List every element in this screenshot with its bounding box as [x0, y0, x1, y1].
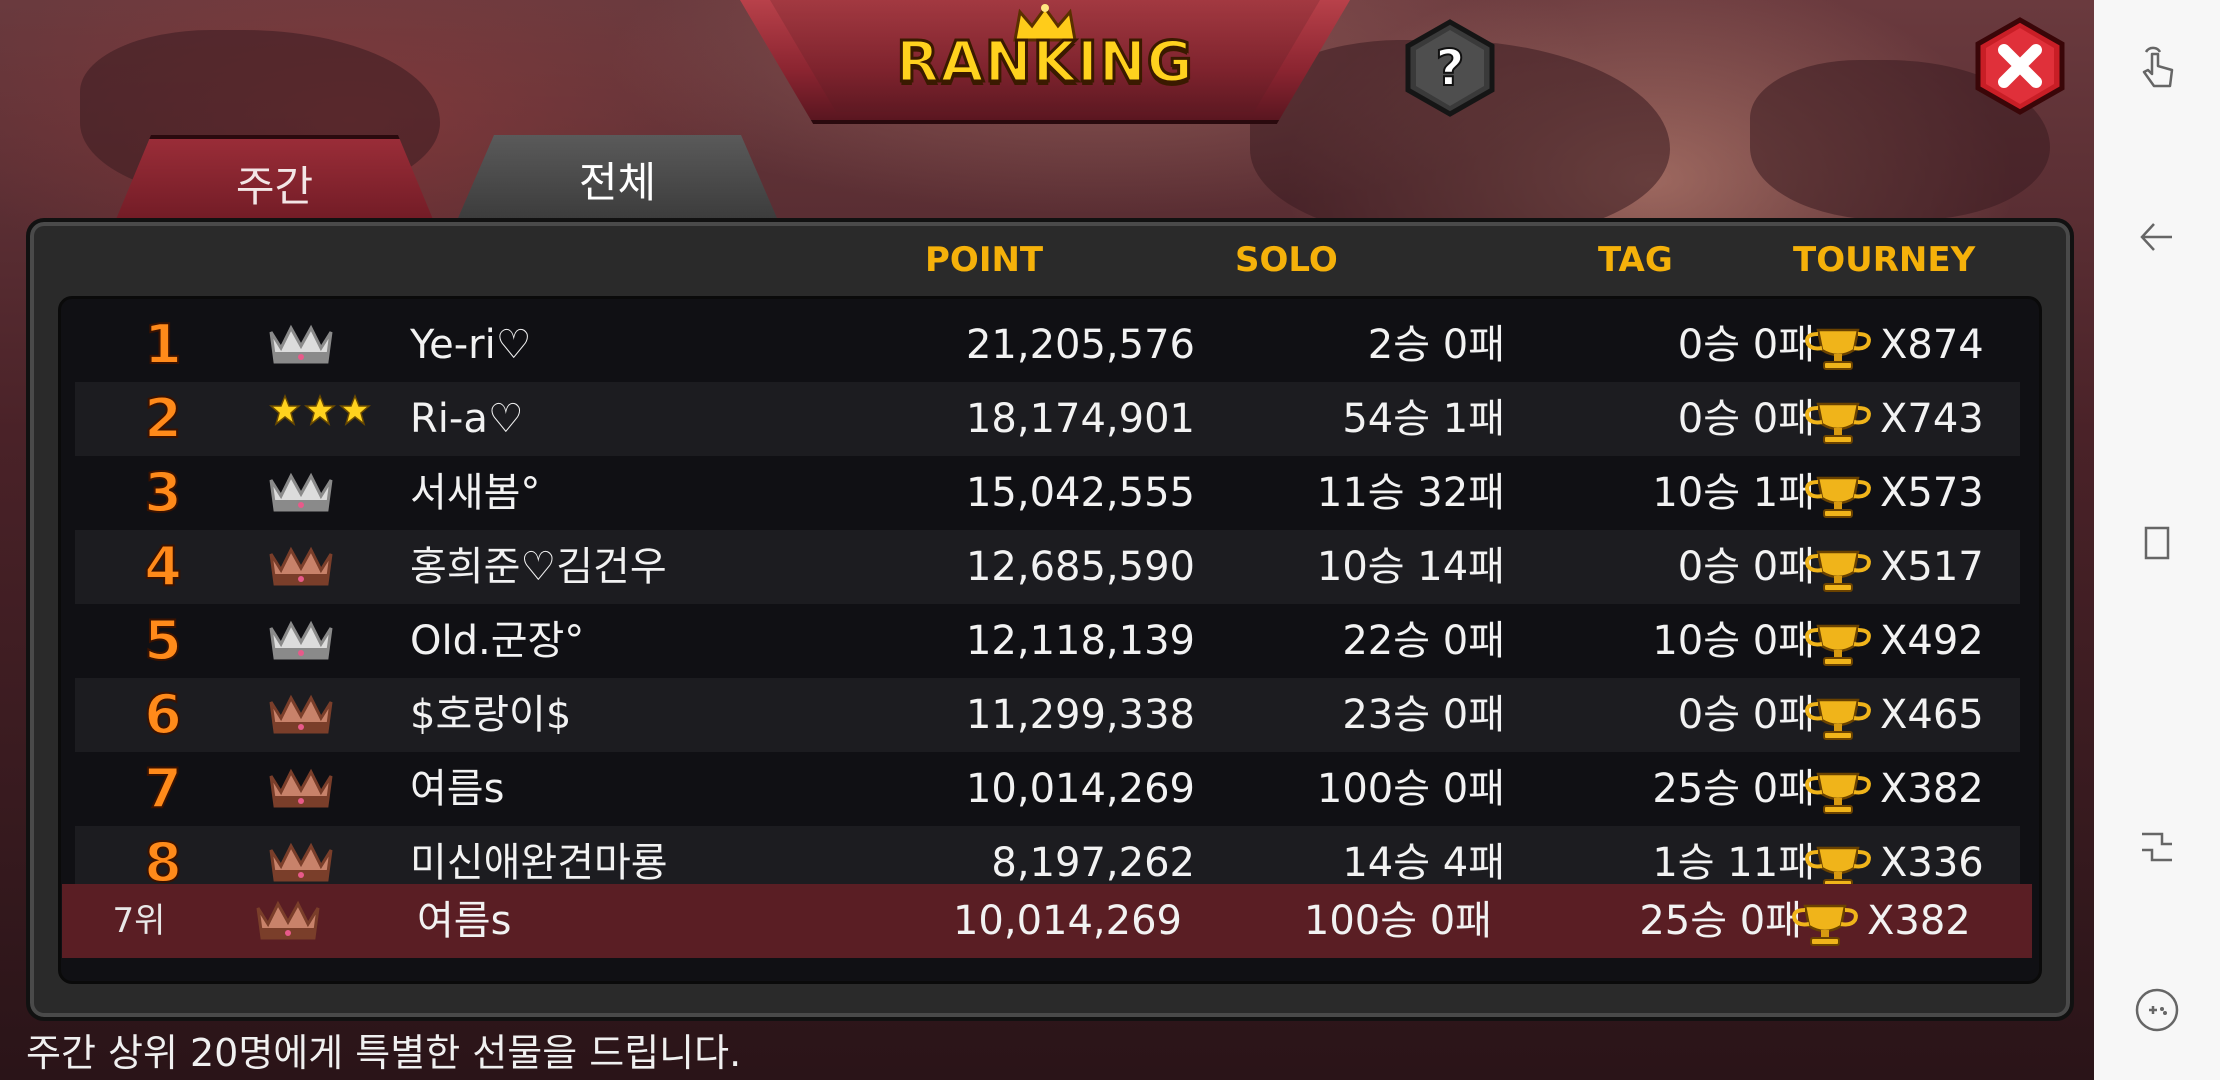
- table-row[interactable]: 7 여름s 10,014,269 100승 0패 25승 0패 X382: [75, 752, 2020, 826]
- trophy-icon: [1805, 402, 1871, 444]
- rank-number: 6: [143, 682, 183, 747]
- tourney-count: X465: [1800, 678, 2040, 752]
- system-nav-bar: [2094, 0, 2220, 1080]
- silver-crown-icon: [269, 472, 333, 512]
- trophy-icon: [1805, 328, 1871, 370]
- my-rank-row[interactable]: 7위 여름s 10,014,269 100승 0패 25승 0패 X382: [62, 884, 2032, 958]
- bronze-crown-icon: [256, 900, 320, 940]
- recent-apps-icon[interactable]: [2132, 518, 2182, 568]
- silver-crown-icon: [269, 620, 333, 660]
- rank-badge: [265, 530, 385, 604]
- table-row[interactable]: 1 Ye-ri♡ 21,205,576 2승 0패 0승 0패 X874: [75, 308, 2020, 382]
- close-button[interactable]: [1970, 16, 2070, 116]
- tourney-value: X743: [1880, 396, 1984, 442]
- tourney-value: X573: [1880, 470, 1984, 516]
- tourney-count: X517: [1800, 530, 2040, 604]
- trophy-icon: [1805, 550, 1871, 592]
- svg-text:?: ?: [1435, 39, 1464, 97]
- split-screen-icon[interactable]: [2132, 822, 2182, 872]
- tag-record: 0승 0패: [1677, 692, 1815, 738]
- tab-all-label: 전체: [578, 157, 657, 207]
- tab-weekly-label: 주간: [235, 161, 314, 211]
- tourney-value: X382: [1867, 898, 1971, 944]
- footer-notice: 주간 상위 20명에게 특별한 선물을 드립니다.: [26, 1031, 742, 1075]
- help-button[interactable]: ?: [1400, 18, 1500, 118]
- bronze-crown-icon: [269, 768, 333, 808]
- tourney-value: X382: [1880, 766, 1984, 812]
- help-icon: ?: [1405, 19, 1495, 117]
- trophy-icon: [1805, 772, 1871, 814]
- rank-number: 4: [143, 534, 183, 599]
- page-title: RANKING: [895, 29, 1194, 97]
- rank-badge: [265, 308, 385, 382]
- tag-record: 0승 0패: [1677, 322, 1815, 368]
- column-header-point: POINT: [925, 240, 1044, 280]
- bronze-crown-icon: [269, 546, 333, 586]
- table-row[interactable]: 2 Ri-a♡ 18,174,901 54승 1패 0승 0패 X743: [75, 382, 2020, 456]
- tag-record: 0승 0패: [1677, 396, 1815, 442]
- table-row[interactable]: 4 홍희준♡김건우 12,685,590 10승 14패 0승 0패 X517: [75, 530, 2020, 604]
- tourney-value: X874: [1880, 322, 1984, 368]
- stars-icon: [269, 394, 371, 426]
- silver-crown-icon: [269, 324, 333, 364]
- trophy-icon: [1805, 624, 1871, 666]
- table-row[interactable]: 3 서새봄° 15,042,555 11승 32패 10승 1패 X573: [75, 456, 2020, 530]
- tourney-value: X517: [1880, 544, 1984, 590]
- tourney-value: X492: [1880, 618, 1984, 664]
- tourney-count: X874: [1800, 308, 2040, 382]
- rank-badge: [265, 604, 385, 678]
- tag-record: 25승 0패: [1652, 766, 1815, 812]
- rank-badge: [265, 382, 385, 456]
- tag-record: 10승 0패: [1652, 618, 1815, 664]
- tourney-count: X382: [1800, 752, 2040, 826]
- rank-badge: [265, 678, 385, 752]
- rank-badge: [265, 456, 385, 530]
- tourney-count: X492: [1800, 604, 2040, 678]
- tab-weekly[interactable]: 주간: [112, 135, 437, 229]
- trophy-icon: [1792, 904, 1858, 946]
- rank-number: 7위: [112, 901, 166, 941]
- table-row[interactable]: 6 $호랑이$ 11,299,338 23승 0패 0승 0패 X465: [75, 678, 2020, 752]
- rank-number: 7: [143, 756, 183, 821]
- rank-badge: [265, 752, 385, 826]
- close-icon: [1975, 17, 2065, 115]
- trophy-icon: [1805, 698, 1871, 740]
- touch-icon[interactable]: [2132, 42, 2182, 92]
- bronze-crown-icon: [269, 842, 333, 882]
- rank-number: 1: [143, 312, 183, 377]
- column-header-tag: TAG: [1598, 240, 1673, 280]
- column-header-solo: SOLO: [1235, 240, 1338, 280]
- bronze-crown-icon: [269, 694, 333, 734]
- tourney-count: X382: [1787, 884, 2027, 958]
- rank-number: 2: [143, 386, 183, 451]
- tag-record: 0승 0패: [1677, 544, 1815, 590]
- rank-badge: [252, 884, 372, 958]
- tourney-count: X573: [1800, 456, 2040, 530]
- tag-record: 10승 1패: [1652, 470, 1815, 516]
- tab-all[interactable]: 전체: [455, 135, 780, 225]
- column-header-tourney: TOURNEY: [1793, 240, 1976, 280]
- tourney-value: X465: [1880, 692, 1984, 738]
- game-tools-icon[interactable]: [2132, 985, 2182, 1035]
- game-screen: RANKING ? 주간 전체 POINT SOLO TAG TOURNEY 1…: [0, 0, 2094, 1080]
- rank-number: 3: [143, 460, 183, 525]
- rank-number: 5: [143, 608, 183, 673]
- tag-record: 25승 0패: [1639, 898, 1802, 944]
- back-icon[interactable]: [2132, 212, 2182, 262]
- trophy-icon: [1805, 476, 1871, 518]
- table-row[interactable]: 5 Old.군장° 12,118,139 22승 0패 10승 0패 X492: [75, 604, 2020, 678]
- tourney-count: X743: [1800, 382, 2040, 456]
